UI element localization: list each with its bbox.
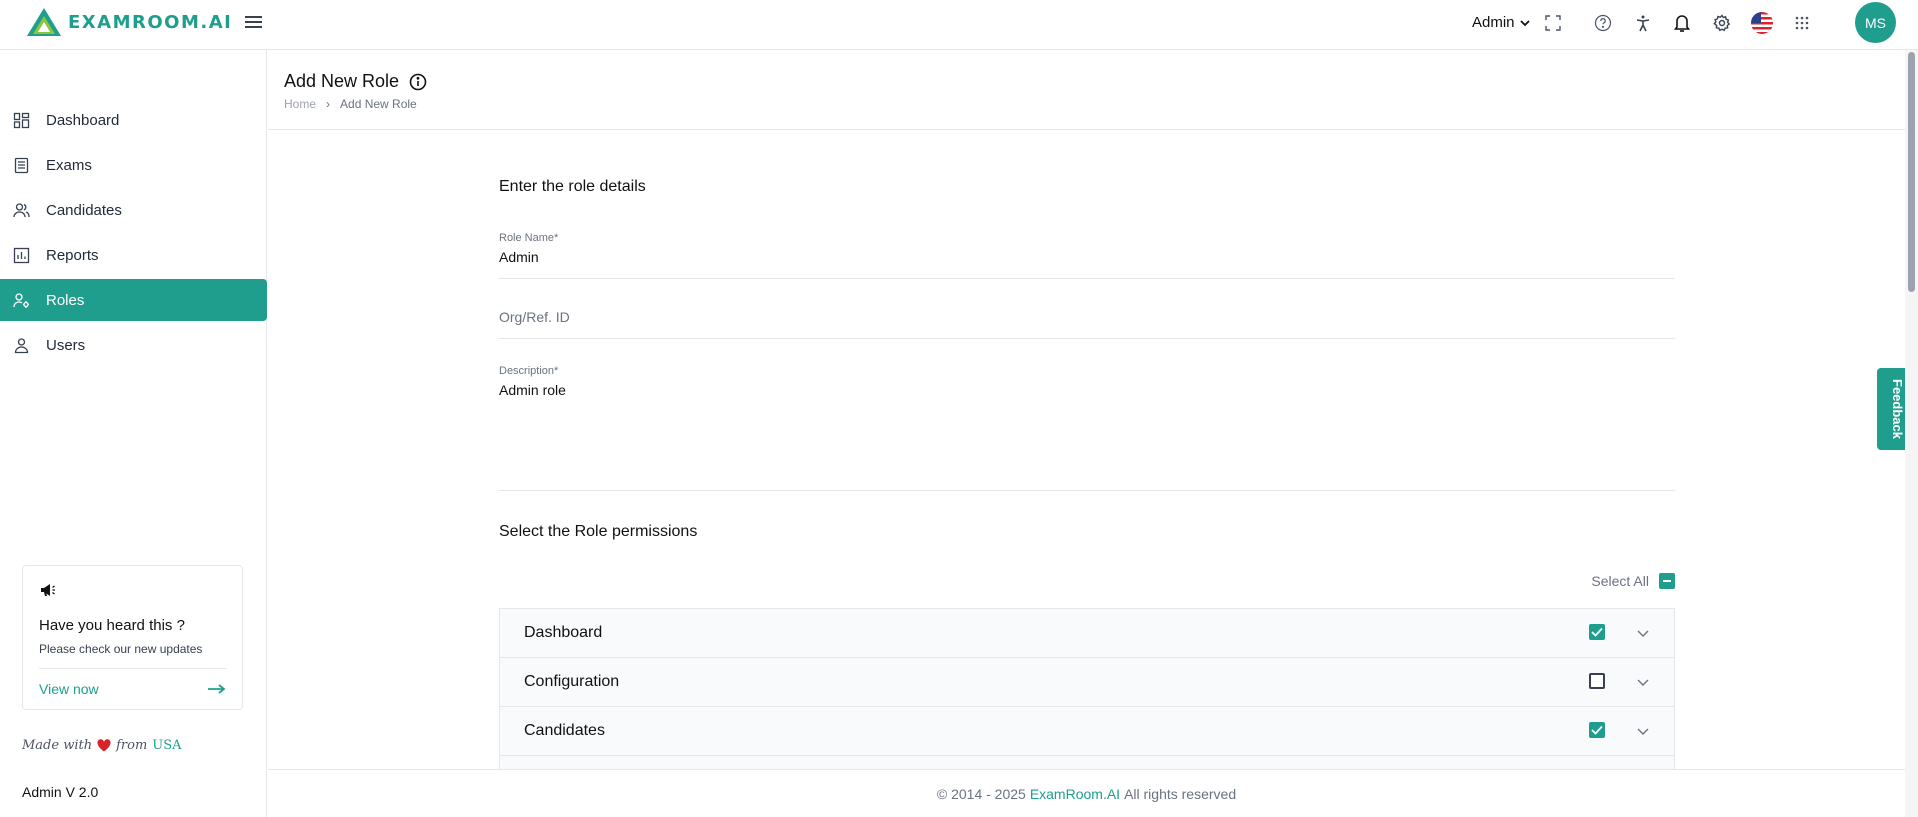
sidebar: Dashboard Exams Candidates Reports Roles… [0, 50, 267, 817]
bell-icon[interactable] [1671, 12, 1693, 34]
unchecked-checkbox-icon[interactable] [1589, 673, 1605, 689]
permissions-list: Dashboard Configuration Candidates [499, 608, 1675, 776]
page-scrollbar[interactable] [1905, 50, 1918, 817]
reports-icon [13, 247, 30, 263]
dashboard-icon [13, 112, 30, 128]
made-with-middle: from [116, 738, 148, 753]
role-name-label: Role Name* [499, 232, 559, 244]
avatar[interactable]: MS [1855, 2, 1896, 43]
accessibility-icon[interactable] [1632, 12, 1654, 34]
roles-icon [13, 292, 29, 308]
updates-card-subtitle: Please check our new updates [39, 642, 203, 656]
page-header: Add New Role Home › Add New Role [268, 50, 1905, 130]
sidebar-item-candidates[interactable]: Candidates [0, 189, 267, 231]
select-all-label: Select All [1591, 573, 1649, 589]
made-with-love: Made with from USA [22, 738, 182, 753]
role-dropdown-label: Admin [1472, 14, 1515, 31]
scrollbar-thumb[interactable] [1908, 52, 1915, 292]
sidebar-item-label: Exams [46, 156, 92, 174]
chevron-down-icon[interactable] [1636, 677, 1650, 687]
checked-checkbox-icon[interactable] [1589, 722, 1605, 738]
view-now-link[interactable]: View now [39, 681, 226, 697]
divider [39, 668, 226, 669]
role-details-title: Enter the role details [499, 178, 646, 195]
gear-icon[interactable] [1711, 12, 1733, 34]
heart-icon [97, 739, 111, 752]
page-title-text: Add New Role [284, 71, 400, 91]
checked-checkbox-icon[interactable] [1589, 624, 1605, 640]
page-title: Add New Role [284, 71, 427, 92]
us-flag-icon[interactable] [1751, 12, 1773, 34]
fullscreen-icon[interactable] [1542, 12, 1564, 34]
select-all-toggle[interactable]: Select All [1591, 573, 1675, 589]
footer-copyright: © 2014 - 2025 [936, 785, 1026, 802]
footer-rights: All rights reserved [1124, 785, 1237, 802]
sidebar-item-dashboard[interactable]: Dashboard [0, 99, 267, 141]
permission-row-configuration[interactable]: Configuration [500, 658, 1674, 707]
exams-icon [14, 157, 29, 173]
logo-mark-icon [27, 8, 61, 36]
permissions-title: Select the Role permissions [499, 523, 698, 540]
sidebar-item-label: Dashboard [46, 111, 120, 129]
sidebar-item-label: Reports [46, 246, 99, 264]
sidebar-item-roles[interactable]: Roles [0, 279, 267, 321]
org-ref-placeholder: Org/Ref. ID [499, 309, 570, 325]
updates-card-title: Have you heard this ? [39, 617, 185, 634]
role-name-field[interactable]: Role Name* Admin [499, 232, 1675, 279]
user-icon [14, 337, 29, 353]
sidebar-item-users[interactable]: Users [0, 324, 267, 366]
candidates-icon [13, 202, 30, 217]
indeterminate-checkbox-icon[interactable] [1659, 573, 1675, 589]
permission-name: Configuration [524, 673, 620, 690]
description-label: Description* [499, 365, 559, 377]
chevron-down-icon[interactable] [1636, 726, 1650, 736]
sidebar-item-exams[interactable]: Exams [0, 144, 267, 186]
description-value: Admin role [499, 382, 566, 398]
chevron-down-icon [1519, 19, 1530, 26]
logo-text: EXAMROOM.AI [68, 11, 233, 33]
chevron-down-icon[interactable] [1636, 628, 1650, 638]
org-ref-field[interactable]: Org/Ref. ID [499, 309, 1675, 339]
permission-row-dashboard[interactable]: Dashboard [500, 609, 1674, 658]
breadcrumb-separator: › [326, 97, 331, 111]
top-header: EXAMROOM.AI Admin MS [0, 0, 1918, 50]
megaphone-icon [41, 584, 55, 596]
breadcrumb: Home › Add New Role [284, 97, 417, 111]
permission-name: Dashboard [524, 624, 603, 641]
view-now-label: View now [39, 681, 99, 697]
role-name-value: Admin [499, 249, 539, 265]
sidebar-item-label: Users [46, 336, 86, 354]
updates-card: Have you heard this ? Please check our n… [22, 565, 243, 710]
arrow-right-icon [208, 684, 226, 694]
role-dropdown[interactable]: Admin [1472, 14, 1531, 31]
apps-grid-icon[interactable] [1791, 12, 1813, 34]
footer-brand-link[interactable]: ExamRoom.AI [1030, 786, 1120, 802]
made-with-country: USA [152, 738, 182, 753]
app-version: Admin V 2.0 [22, 784, 99, 800]
info-icon[interactable] [409, 73, 427, 91]
footer: © 2014 - 2025 ExamRoom.AI All rights res… [268, 769, 1905, 817]
hamburger-menu-icon[interactable] [244, 13, 264, 31]
help-icon[interactable] [1592, 12, 1614, 34]
description-field[interactable]: Description* Admin role [499, 365, 1675, 491]
logo[interactable]: EXAMROOM.AI [26, 7, 232, 37]
sidebar-item-reports[interactable]: Reports [0, 234, 267, 276]
sidebar-item-label: Roles [46, 291, 85, 309]
permission-name: Candidates [524, 722, 605, 739]
permission-row-candidates[interactable]: Candidates [500, 707, 1674, 756]
feedback-label: Feedback [1890, 379, 1905, 439]
breadcrumb-home[interactable]: Home [284, 97, 316, 111]
breadcrumb-current: Add New Role [340, 97, 417, 111]
sidebar-item-label: Candidates [46, 201, 122, 219]
made-with-prefix: Made with [22, 738, 93, 753]
